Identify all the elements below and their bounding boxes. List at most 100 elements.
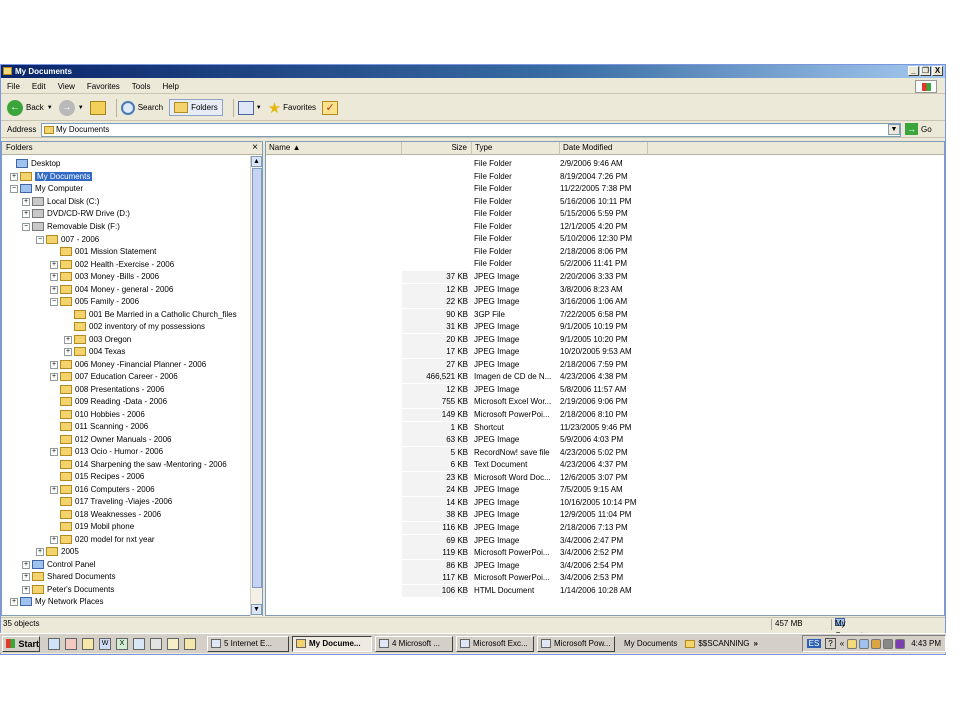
file-row[interactable]: county map63 KBJPEG Image5/9/2006 4:03 P… [266, 434, 666, 447]
tree-item[interactable]: +004 Texas [64, 346, 125, 358]
expand-toggle-icon[interactable]: + [50, 285, 58, 294]
menu-tools[interactable]: Tools [132, 82, 151, 91]
tray-volume-icon[interactable] [883, 638, 894, 649]
outlook-icon[interactable] [82, 637, 94, 650]
tree-item[interactable]: 015 Recipes - 2006 [50, 471, 144, 483]
file-row[interactable]: Log6 KBText Document4/23/2006 4:37 PM [266, 459, 666, 472]
messenger-icon[interactable] [133, 637, 145, 650]
tree-item[interactable]: +007 Education Career - 2006 [50, 371, 178, 383]
file-row[interactable]: 03-08-06_072312 KBJPEG Image3/8/2006 8:2… [266, 283, 666, 296]
tray-media-icon[interactable] [895, 638, 906, 649]
tray-network-icon[interactable] [859, 638, 870, 649]
taskbar-task-button[interactable]: Microsoft Pow... [537, 635, 615, 652]
expand-toggle-icon[interactable]: + [22, 197, 30, 206]
file-row[interactable]: My Received FilesFile Folder5/15/2006 5:… [266, 208, 666, 220]
file-row[interactable]: Presentation2119 KBMicrosoft PowerPoi...… [266, 547, 666, 560]
tree-item[interactable]: + Control Panel [22, 559, 95, 571]
close-button[interactable]: X [932, 66, 943, 76]
address-dropdown-button[interactable]: ▼ [888, 124, 900, 135]
more-links-button[interactable]: » [753, 639, 757, 648]
tree-item[interactable]: 001 Mission Statement [50, 246, 156, 258]
tree-item[interactable]: 001 Be Married in a Catholic Church_file… [64, 309, 237, 321]
expand-toggle-icon[interactable]: + [50, 272, 58, 281]
file-row[interactable]: My PicturesFile Folder5/16/2006 10:11 PM [266, 196, 666, 208]
tree-item[interactable]: 011 Scanning - 2006 [50, 421, 148, 433]
tree-item[interactable]: − 005 Family - 2006 [50, 296, 139, 308]
menu-view[interactable]: View [58, 82, 75, 91]
forward-dropdown-icon[interactable]: ▼ [78, 105, 84, 111]
tree-item[interactable]: − 007 - 2006 [36, 234, 99, 246]
media-player-icon[interactable] [150, 637, 162, 650]
forward-button[interactable]: → ▼ [58, 99, 84, 116]
language-indicator[interactable]: ES [806, 639, 822, 648]
internet-explorer-icon[interactable] [48, 637, 60, 650]
tray-security-icon[interactable] [871, 638, 882, 649]
tree-item[interactable]: +003 Money -Bills - 2006 [50, 271, 159, 283]
tree-item[interactable]: +006 Money -Financial Planner - 2006 [50, 359, 206, 371]
tree-item[interactable]: 008 Presentations - 2006 [50, 384, 164, 396]
file-row[interactable]: My eBooksFile Folder8/19/2004 7:26 PM [266, 171, 666, 183]
favorites-star-icon[interactable] [167, 637, 179, 650]
expand-toggle-icon[interactable]: + [64, 335, 72, 344]
file-row[interactable]: Presentation1File Folder2/18/2006 8:06 P… [266, 246, 666, 258]
minimize-button[interactable]: _ [908, 66, 919, 76]
file-row[interactable]: REALTOR_com Find a Home - ...106 KBHTML … [266, 584, 666, 597]
expand-toggle-icon[interactable]: + [22, 209, 30, 218]
file-row[interactable]: 10-20-05_085317 KBJPEG Image10/20/2005 9… [266, 346, 666, 359]
tree-item[interactable]: + Local Disk (C:) [22, 196, 99, 208]
go-button[interactable]: → Go [905, 123, 932, 135]
collapse-toggle-icon[interactable]: − [10, 184, 18, 193]
file-row[interactable]: Book1755 KBMicrosoft Excel Wor...2/19/20… [266, 396, 666, 409]
tree-item[interactable]: 017 Traveling -Viajes -2006 [50, 496, 172, 508]
menu-edit[interactable]: Edit [32, 82, 46, 91]
column-type[interactable]: Type [472, 142, 560, 155]
tree-scrollbar[interactable]: ▲ ▼ [250, 156, 262, 616]
file-row[interactable]: 03-16-06_000622 KBJPEG Image3/16/2006 1:… [266, 296, 666, 309]
tree-item[interactable]: + My Documents [10, 171, 93, 183]
file-row[interactable]: 09-01-05_211931 KBJPEG Image9/1/2005 10:… [266, 321, 666, 334]
expand-toggle-icon[interactable]: + [36, 547, 44, 556]
tree-item[interactable]: +016 Computers - 2006 [50, 484, 155, 496]
column-date-modified[interactable]: Date Modified [560, 142, 648, 155]
title-bar[interactable]: My Documents _ ❐ X [1, 65, 945, 78]
taskbar-task-button[interactable]: 4 Microsoft ... [375, 635, 453, 652]
file-row[interactable]: 09-01-05_212020 KBJPEG Image9/1/2005 10:… [266, 333, 666, 346]
scroll-down-button[interactable]: ▼ [251, 604, 262, 615]
file-row[interactable]: 02-20-06_143337 KBJPEG Image2/20/2006 3:… [266, 270, 666, 283]
file-row[interactable]: PIX_#2438 KBJPEG Image12/9/2005 11:04 PM [266, 509, 666, 522]
file-row[interactable]: Data_060423_16495 KBRecordNow! save file… [266, 446, 666, 459]
file-row[interactable]: Presentation3117 KBMicrosoft PowerPoi...… [266, 572, 666, 585]
search-button[interactable]: Search [120, 100, 163, 115]
tray-app-icon[interactable] [847, 638, 858, 649]
expand-toggle-icon[interactable]: + [22, 572, 30, 581]
word-icon[interactable]: W [99, 637, 111, 650]
expand-toggle-icon[interactable]: + [64, 347, 72, 356]
file-row[interactable]: QuickenFile Folder5/2/2006 11:41 PM [266, 258, 666, 270]
file-row[interactable]: My VideosFile Folder12/1/2005 4:20 PM [266, 221, 666, 233]
tree-item[interactable]: + Peter's Documents [22, 584, 114, 596]
file-row[interactable]: Peter Krell23 KBMicrosoft Word Doc...12/… [266, 471, 666, 484]
menu-favorites[interactable]: Favorites [87, 82, 120, 91]
tree-item[interactable]: − My Computer [10, 183, 83, 195]
collapse-toggle-icon[interactable]: − [50, 297, 58, 306]
help-icon[interactable]: ? [825, 638, 836, 649]
file-row[interactable]: Copy of My Documents1 KBShortcut11/23/20… [266, 421, 666, 434]
file-row[interactable]: casas de satelite149 KBMicrosoft PowerPo… [266, 409, 666, 421]
column-name[interactable]: Name ▲ [266, 142, 402, 155]
collapse-toggle-icon[interactable]: − [22, 222, 30, 231]
file-row[interactable]: Presentation386 KBJPEG Image3/4/2006 2:5… [266, 559, 666, 572]
file-row[interactable]: Presentation1116 KBJPEG Image2/18/2006 7… [266, 521, 666, 534]
expand-toggle-icon[interactable]: + [10, 172, 18, 181]
tree-item[interactable]: +020 model for nxt year [50, 534, 155, 546]
expand-toggle-icon[interactable]: + [50, 485, 58, 494]
tree-item[interactable]: +2005 [36, 546, 79, 558]
tree-item[interactable]: 009 Reading -Data - 2006 [50, 396, 167, 408]
tree-item[interactable]: 018 Weaknesses - 2006 [50, 509, 161, 521]
back-button[interactable]: ← Back ▼ [7, 99, 53, 116]
taskbar-task-button[interactable]: Microsoft Exc... [456, 635, 534, 652]
tree-item[interactable]: − Removable Disk (F:) [22, 221, 120, 233]
tree-item[interactable]: Desktop [6, 158, 60, 170]
menu-file[interactable]: File [7, 82, 20, 91]
expand-toggle-icon[interactable]: + [50, 260, 58, 269]
start-button[interactable]: Start [2, 635, 40, 652]
